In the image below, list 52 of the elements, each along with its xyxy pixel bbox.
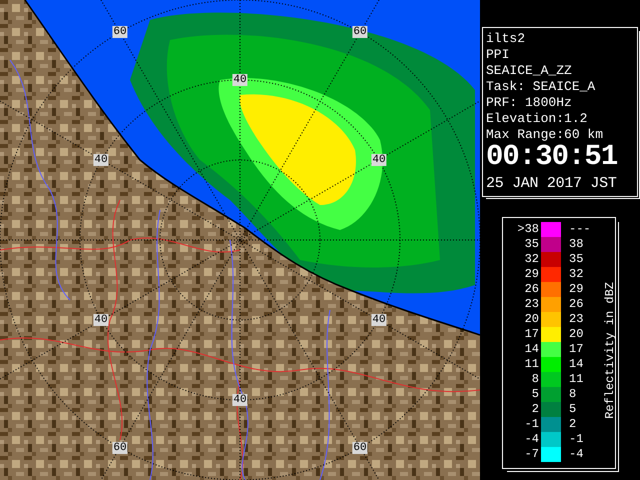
legend-high-value: 17 xyxy=(568,342,584,357)
legend-high-value: 2 xyxy=(568,417,578,432)
range-label: 60 xyxy=(352,442,368,454)
legend-high-value: 8 xyxy=(568,387,578,402)
info-line: Elevation:1.2 xyxy=(486,111,588,127)
range-label: 40 xyxy=(371,154,387,166)
date-text: 25 JAN 2017 JST xyxy=(486,174,617,194)
time-text: 00:30:51 xyxy=(486,143,618,171)
legend-low-value: -7 xyxy=(524,447,540,462)
legend-low-value: 2 xyxy=(530,402,540,417)
legend-low-value: 26 xyxy=(524,282,540,297)
legend-low-value: -1 xyxy=(524,417,540,432)
info-line: Max Range:60 km xyxy=(486,127,604,143)
info-line: Task: SEAICE_A xyxy=(486,79,596,95)
legend-title: Reflectivity in dBZ xyxy=(602,282,618,418)
legend-high-value: 14 xyxy=(568,357,584,372)
range-label: 60 xyxy=(112,442,128,454)
legend-high-value: 11 xyxy=(568,372,584,387)
info-line: PPI xyxy=(486,47,510,63)
range-label: 40 xyxy=(371,314,387,326)
legend-low-value: 29 xyxy=(524,267,540,282)
legend-high-value: 35 xyxy=(568,252,584,267)
legend-high-value: 20 xyxy=(568,327,584,342)
legend-low-value: 32 xyxy=(524,252,540,267)
legend-high-value: 26 xyxy=(568,297,584,312)
range-label: 40 xyxy=(93,314,109,326)
range-label: 40 xyxy=(232,74,248,86)
legend-low-value: 5 xyxy=(530,387,540,402)
legend-low-value: 14 xyxy=(524,342,540,357)
legend-high-value: 38 xyxy=(568,237,584,252)
range-label: 60 xyxy=(112,26,128,38)
legend-low-value: >38 xyxy=(516,222,540,237)
legend-high-value: -1 xyxy=(568,432,584,447)
legend-low-value: 17 xyxy=(524,327,540,342)
info-line: SEAICE_A_ZZ xyxy=(486,63,573,79)
legend-high-value: 23 xyxy=(568,312,584,327)
legend-high-value: -4 xyxy=(568,447,584,462)
legend-low-value: 20 xyxy=(524,312,540,327)
legend-low-value: 23 xyxy=(524,297,540,312)
legend-low-value: 11 xyxy=(524,357,540,372)
legend-low-value: 35 xyxy=(524,237,540,252)
legend-low-value: -4 xyxy=(524,432,540,447)
legend-high-value: 5 xyxy=(568,402,578,417)
info-line: PRF: 1800Hz xyxy=(486,95,573,111)
range-label: 40 xyxy=(93,154,109,166)
range-label: 40 xyxy=(232,394,248,406)
legend-low-value: 8 xyxy=(530,372,540,387)
legend-high-value: --- xyxy=(568,222,592,237)
info-line: ilts2 xyxy=(486,31,526,47)
legend-high-value: 29 xyxy=(568,282,584,297)
range-label: 60 xyxy=(352,26,368,38)
legend-high-value: 32 xyxy=(568,267,584,282)
